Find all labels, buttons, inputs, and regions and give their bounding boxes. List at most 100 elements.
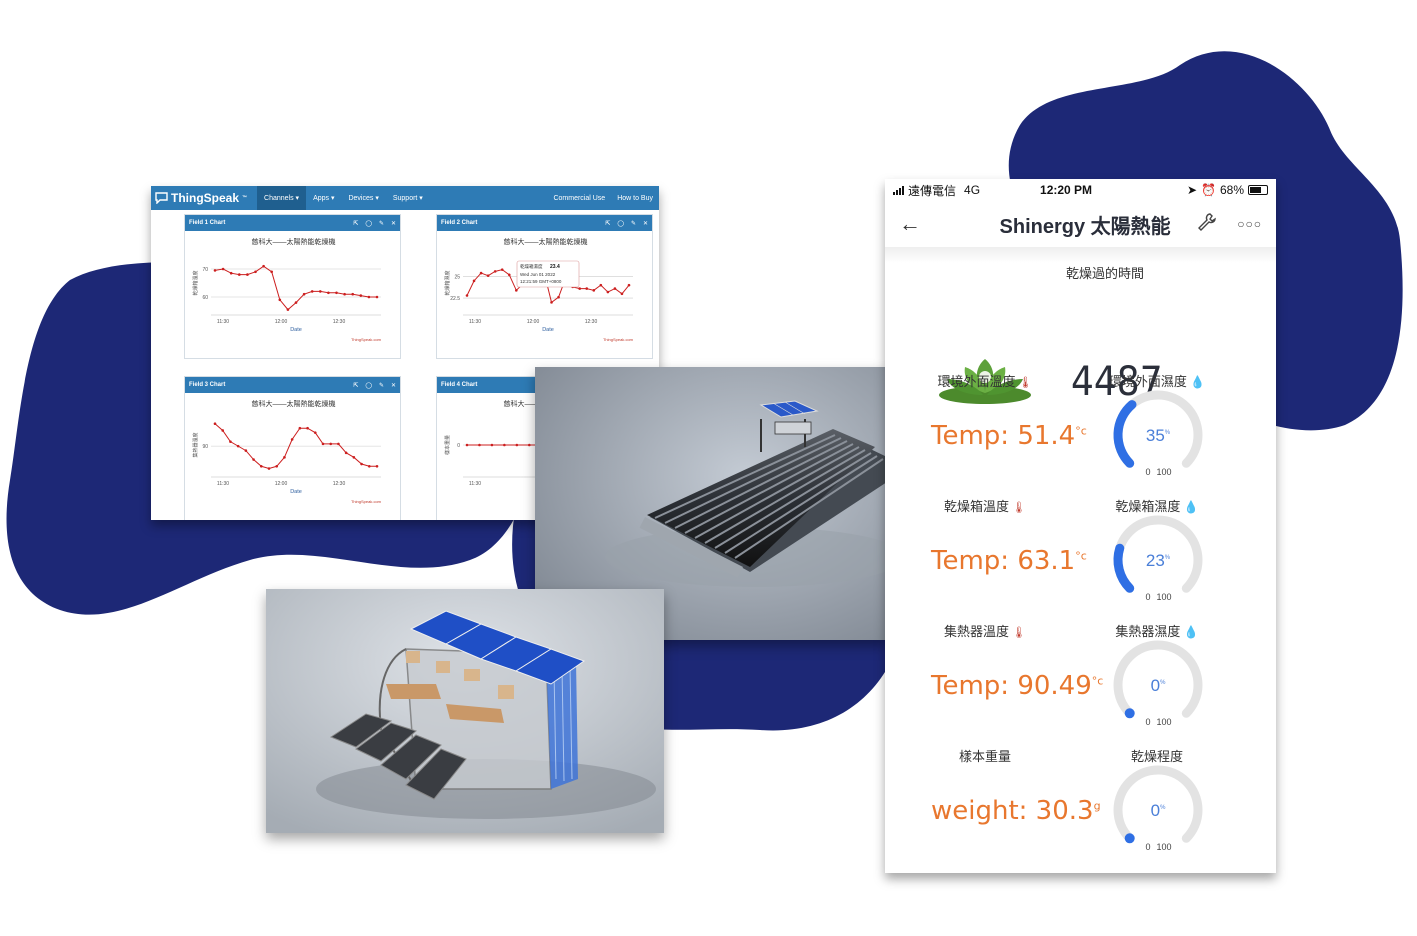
data-point[interactable] bbox=[613, 287, 617, 290]
data-point[interactable] bbox=[486, 274, 490, 277]
comment-icon[interactable]: ◯ bbox=[365, 220, 372, 227]
data-point[interactable] bbox=[500, 268, 504, 271]
thingspeak-navbar: ThingSpeak ™ Channels ▾ Apps ▾ Devices ▾… bbox=[151, 186, 659, 210]
edit-icon[interactable]: ✎ bbox=[379, 220, 384, 227]
gauge-min: 0 bbox=[1145, 467, 1150, 477]
data-point[interactable] bbox=[238, 273, 241, 276]
data-point[interactable] bbox=[302, 292, 306, 296]
data-point[interactable] bbox=[329, 442, 333, 446]
data-point[interactable] bbox=[592, 289, 596, 292]
data-point[interactable] bbox=[359, 294, 363, 297]
data-point[interactable] bbox=[557, 295, 560, 299]
data-point[interactable] bbox=[252, 458, 255, 461]
data-point[interactable] bbox=[306, 426, 309, 430]
data-point[interactable] bbox=[606, 290, 610, 294]
comment-icon[interactable]: ◯ bbox=[617, 220, 624, 227]
sensor-unit: °c bbox=[1075, 424, 1087, 438]
signal-icon bbox=[893, 185, 904, 195]
close-icon[interactable]: ✕ bbox=[391, 220, 396, 227]
data-point[interactable] bbox=[351, 292, 354, 296]
nav-commercial-use[interactable]: Commercial Use bbox=[547, 195, 611, 202]
data-point[interactable] bbox=[620, 292, 624, 296]
data-point[interactable] bbox=[375, 464, 379, 468]
data-point[interactable] bbox=[310, 290, 314, 293]
data-point[interactable] bbox=[503, 443, 506, 447]
data-point[interactable] bbox=[344, 451, 348, 455]
data-point[interactable] bbox=[327, 291, 330, 295]
solar-dryer-render bbox=[266, 589, 664, 833]
more-options-icon[interactable]: ○○○ bbox=[1237, 217, 1262, 231]
nav-how-to-buy[interactable]: How to Buy bbox=[611, 195, 659, 202]
data-point[interactable] bbox=[275, 464, 279, 468]
data-point[interactable] bbox=[254, 270, 257, 274]
speech-bubble-icon bbox=[155, 192, 168, 204]
gauge-max: 100 bbox=[1156, 592, 1171, 602]
data-point[interactable] bbox=[213, 269, 217, 272]
nav-devices[interactable]: Devices ▾ bbox=[341, 186, 385, 210]
data-point[interactable] bbox=[319, 290, 322, 293]
data-point[interactable] bbox=[352, 456, 356, 459]
thingspeak-logo[interactable]: ThingSpeak ™ bbox=[151, 191, 257, 205]
data-point[interactable] bbox=[283, 456, 286, 459]
data-point[interactable] bbox=[236, 444, 240, 448]
close-icon[interactable]: ✕ bbox=[391, 382, 396, 389]
close-icon[interactable]: ✕ bbox=[643, 220, 648, 227]
left-sensor-label: 樣本重量 bbox=[900, 746, 1070, 765]
data-point[interactable] bbox=[259, 464, 263, 468]
data-point[interactable] bbox=[337, 442, 340, 446]
data-point[interactable] bbox=[213, 422, 217, 426]
gauge-min: 0 bbox=[1145, 717, 1150, 727]
data-point[interactable] bbox=[507, 273, 511, 277]
data-point[interactable] bbox=[229, 440, 232, 443]
nav-support[interactable]: Support ▾ bbox=[386, 186, 430, 210]
data-point[interactable] bbox=[278, 298, 282, 302]
comment-icon[interactable]: ◯ bbox=[365, 382, 372, 389]
data-point[interactable] bbox=[367, 464, 371, 468]
data-point[interactable] bbox=[465, 294, 469, 297]
external-link-icon[interactable]: ⇱ bbox=[353, 382, 358, 389]
external-link-icon[interactable]: ⇱ bbox=[353, 220, 358, 227]
edit-icon[interactable]: ✎ bbox=[379, 382, 384, 389]
data-point[interactable] bbox=[343, 292, 346, 296]
data-point[interactable] bbox=[221, 429, 225, 432]
thermometer-icon: 🌡 bbox=[1008, 627, 1027, 639]
data-point[interactable] bbox=[313, 431, 317, 434]
data-point[interactable] bbox=[335, 291, 338, 295]
data-point[interactable] bbox=[599, 283, 603, 287]
data-point[interactable] bbox=[465, 443, 469, 447]
data-point[interactable] bbox=[528, 443, 531, 447]
data-point[interactable] bbox=[490, 443, 494, 447]
data-point[interactable] bbox=[493, 270, 497, 273]
wrench-icon[interactable] bbox=[1197, 212, 1217, 237]
data-point[interactable] bbox=[298, 426, 302, 430]
data-point[interactable] bbox=[267, 467, 271, 470]
data-point[interactable] bbox=[585, 287, 589, 290]
data-point[interactable] bbox=[221, 267, 225, 271]
data-point[interactable] bbox=[294, 301, 298, 304]
data-point[interactable] bbox=[578, 287, 581, 290]
data-point[interactable] bbox=[367, 295, 371, 299]
data-point[interactable] bbox=[515, 289, 518, 292]
data-point[interactable] bbox=[321, 442, 325, 446]
external-link-icon[interactable]: ⇱ bbox=[605, 220, 610, 227]
back-arrow-icon[interactable]: ← bbox=[899, 211, 921, 237]
edit-icon[interactable]: ✎ bbox=[631, 220, 636, 227]
data-point[interactable] bbox=[270, 270, 273, 274]
data-point[interactable] bbox=[515, 443, 519, 447]
data-point[interactable] bbox=[550, 301, 553, 304]
nav-apps[interactable]: Apps ▾ bbox=[306, 186, 341, 210]
card-header: Field 1 Chart ⇱ ◯ ✎ ✕ bbox=[185, 215, 400, 231]
data-point[interactable] bbox=[360, 462, 363, 466]
data-point[interactable] bbox=[479, 271, 483, 275]
data-point[interactable] bbox=[472, 279, 476, 283]
nav-channels[interactable]: Channels ▾ bbox=[257, 186, 307, 210]
data-point[interactable] bbox=[229, 271, 233, 275]
data-point[interactable] bbox=[244, 449, 248, 452]
data-point[interactable] bbox=[246, 273, 249, 276]
data-point[interactable] bbox=[290, 438, 294, 441]
data-point[interactable] bbox=[262, 264, 265, 268]
data-point[interactable] bbox=[375, 295, 379, 299]
data-point[interactable] bbox=[478, 443, 481, 447]
data-point[interactable] bbox=[627, 283, 631, 287]
data-point[interactable] bbox=[286, 308, 290, 311]
